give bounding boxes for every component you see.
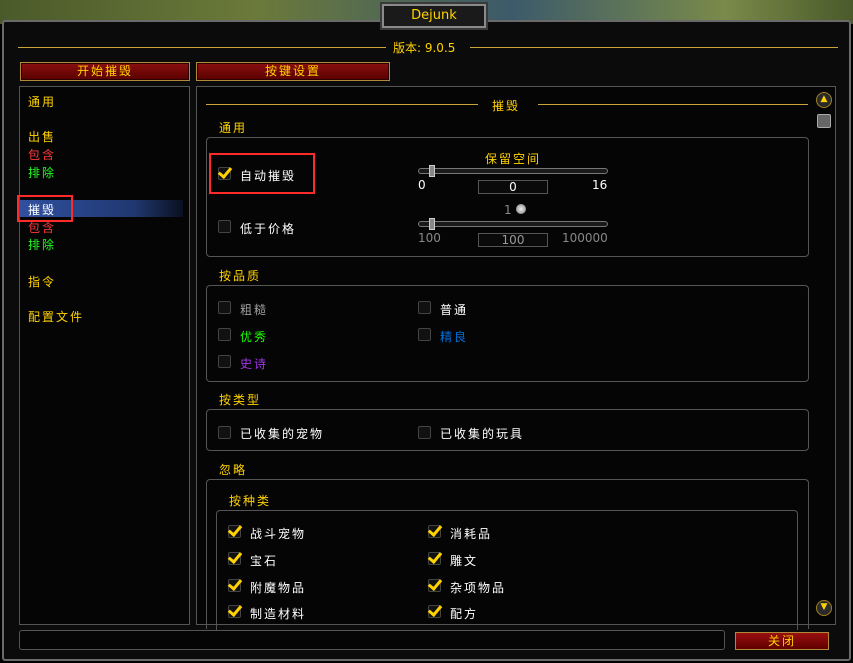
price-min: 100 — [418, 231, 441, 245]
reserve-space-slider[interactable] — [418, 165, 608, 177]
class-item-enhancement-label: 附魔物品 — [250, 581, 307, 595]
ignore-heading: 忽略 — [219, 463, 248, 477]
version-divider-left — [18, 47, 386, 48]
scroll-thumb[interactable] — [817, 114, 831, 128]
quality-common-label: 普通 — [440, 303, 469, 317]
version-divider-right — [470, 47, 838, 48]
reserve-space-min: 0 — [418, 178, 426, 192]
sidebar-item-commands[interactable]: 指令 — [28, 273, 56, 290]
by-type-heading: 按类型 — [219, 393, 262, 407]
collected-toys-checkbox[interactable] — [418, 426, 431, 439]
class-battle-pets-checkbox[interactable] — [228, 525, 241, 538]
class-item-enhancement-checkbox[interactable] — [228, 579, 241, 592]
price-max: 100000 — [562, 231, 608, 245]
scroll-up-icon[interactable]: ▲ — [816, 92, 832, 108]
quality-common-checkbox[interactable] — [418, 301, 431, 314]
price-coin-amount: 1 — [504, 203, 512, 217]
status-bar — [19, 630, 725, 650]
class-consumables-checkbox[interactable] — [428, 525, 441, 538]
class-gems-label: 宝石 — [250, 554, 279, 568]
reserve-space-label: 保留空间 — [485, 152, 542, 166]
sidebar-item-general[interactable]: 通用 — [28, 93, 56, 110]
quality-uncommon-label: 优秀 — [240, 330, 269, 344]
sidebar-item-sell-include[interactable]: 包含 — [28, 146, 56, 163]
quality-epic-checkbox[interactable] — [218, 355, 231, 368]
class-glyphs-label: 雕文 — [450, 554, 479, 568]
class-consumables-label: 消耗品 — [450, 527, 493, 541]
below-price-label: 低于价格 — [240, 222, 297, 236]
class-miscellaneous-checkbox[interactable] — [428, 579, 441, 592]
quality-epic-label: 史诗 — [240, 357, 269, 371]
scroll-down-icon[interactable]: ▼ — [816, 600, 832, 616]
class-tradeskill-label: 制造材料 — [250, 607, 307, 621]
reserve-space-slider-thumb[interactable] — [429, 165, 435, 177]
start-destroy-button[interactable]: 开始摧毁 — [20, 62, 190, 81]
class-recipe-checkbox[interactable] — [428, 605, 441, 618]
auto-destroy-highlight-box — [209, 153, 315, 194]
class-miscellaneous-label: 杂项物品 — [450, 581, 507, 595]
class-tradeskill-checkbox[interactable] — [228, 605, 241, 618]
class-glyphs-checkbox[interactable] — [428, 552, 441, 565]
by-quality-heading: 按品质 — [219, 269, 262, 283]
version-label: 版本: 9.0.5 — [393, 41, 456, 55]
sidebar-item-profiles[interactable]: 配置文件 — [28, 308, 84, 325]
window-title: Dejunk — [380, 2, 488, 30]
price-slider[interactable] — [418, 218, 608, 230]
destroy-highlight-box — [17, 195, 73, 222]
by-class-heading: 按种类 — [229, 494, 272, 508]
below-price-checkbox[interactable] — [218, 220, 231, 233]
price-slider-thumb[interactable] — [429, 218, 435, 230]
keybind-settings-button[interactable]: 按键设置 — [196, 62, 390, 81]
class-battle-pets-label: 战斗宠物 — [250, 527, 307, 541]
sidebar-item-sell[interactable]: 出售 — [28, 128, 56, 145]
general-heading: 通用 — [219, 121, 248, 135]
quality-rare-label: 精良 — [440, 330, 469, 344]
by-quality-group — [206, 285, 809, 382]
reserve-space-max: 16 — [592, 178, 608, 192]
silver-coin-icon — [516, 204, 526, 214]
sidebar-item-sell-exclude[interactable]: 排除 — [28, 164, 56, 181]
class-recipe-label: 配方 — [450, 607, 479, 621]
close-button[interactable]: 关闭 — [735, 632, 829, 650]
class-gems-checkbox[interactable] — [228, 552, 241, 565]
panel-title-divider-right — [538, 104, 808, 105]
reserve-space-value[interactable]: 0 — [478, 180, 548, 194]
panel-title-divider-left — [206, 104, 478, 105]
sidebar-item-destroy-exclude[interactable]: 排除 — [28, 236, 56, 253]
quality-rare-checkbox[interactable] — [418, 328, 431, 341]
price-value[interactable]: 100 — [478, 233, 548, 247]
collected-pets-label: 已收集的宠物 — [240, 427, 325, 441]
collected-toys-label: 已收集的玩具 — [440, 427, 525, 441]
quality-uncommon-checkbox[interactable] — [218, 328, 231, 341]
quality-poor-label: 粗糙 — [240, 303, 269, 317]
panel-title: 摧毁 — [492, 99, 521, 113]
collected-pets-checkbox[interactable] — [218, 426, 231, 439]
quality-poor-checkbox[interactable] — [218, 301, 231, 314]
panel-scrollbar[interactable]: ▲ ▼ — [816, 92, 832, 620]
